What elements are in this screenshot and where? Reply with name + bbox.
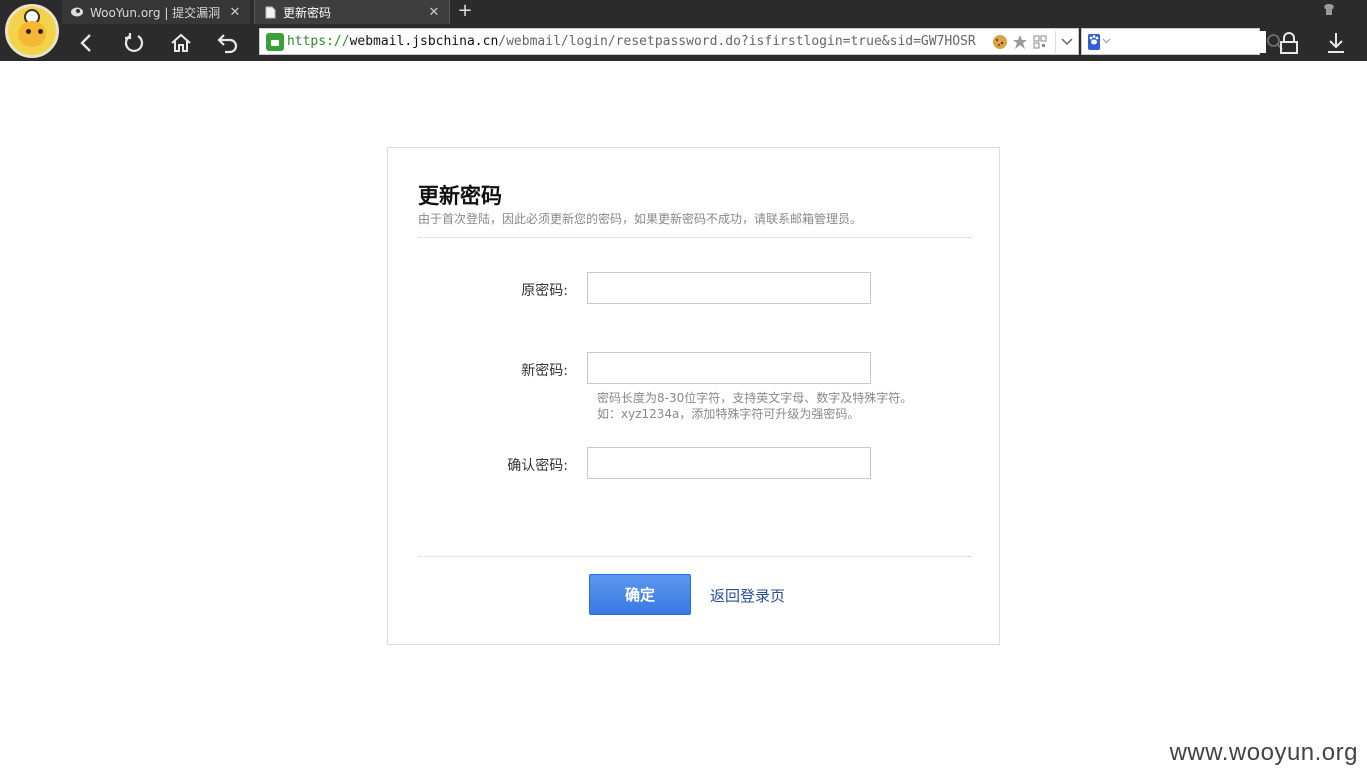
confirm-password-input[interactable]	[587, 447, 871, 479]
close-icon[interactable]: ✕	[427, 5, 441, 20]
download-button[interactable]	[1321, 28, 1351, 58]
back-button[interactable]	[70, 27, 104, 59]
password-hint: 密码长度为8-30位字符，支持英文字母、数字及特殊字符。 如：xyz1234a，…	[597, 390, 912, 422]
tab-title: 更新密码	[283, 5, 332, 20]
password-hint-line: 如：xyz1234a，添加特殊字符可升级为强密码。	[597, 407, 860, 421]
browser-avatar-icon[interactable]	[5, 4, 59, 58]
reset-password-card: 更新密码 由于首次登陆，因此必须更新您的密码，如果更新密码不成功，请联系邮箱管理…	[387, 147, 1000, 645]
chevron-down-icon[interactable]	[1102, 36, 1111, 47]
divider	[418, 237, 971, 238]
lock-icon[interactable]	[266, 32, 284, 51]
star-icon[interactable]	[1011, 33, 1029, 51]
old-password-input[interactable]	[587, 272, 871, 304]
tab-wooyun[interactable]: WooYun.org | 提交漏洞 ✕	[62, 0, 250, 24]
search-bar[interactable]	[1081, 28, 1284, 55]
browser-chrome: WooYun.org | 提交漏洞 ✕ 更新密码 ✕ + https://web…	[0, 0, 1367, 61]
page-subtitle: 由于首次登陆，因此必须更新您的密码，如果更新密码不成功，请联系邮箱管理员。	[418, 212, 863, 226]
refresh-button[interactable]	[117, 27, 151, 59]
watermark: www.wooyun.org	[1169, 739, 1358, 766]
new-password-label: 新密码:	[521, 363, 568, 379]
confirm-button[interactable]: 确定	[589, 574, 691, 615]
url-text[interactable]: https://webmail.jsbchina.cn/webmail/logi…	[287, 34, 989, 49]
cookie-icon[interactable]	[991, 33, 1009, 51]
eye-icon	[38, 29, 43, 34]
undo-close-button[interactable]	[211, 27, 245, 59]
lock-toolbar-button[interactable]	[1274, 28, 1304, 58]
password-hint-line: 密码长度为8-30位字符，支持英文字母、数字及特殊字符。	[597, 391, 913, 405]
confirm-password-label: 确认密码:	[507, 458, 568, 474]
old-password-label: 原密码:	[521, 283, 568, 299]
new-password-input[interactable]	[587, 352, 871, 384]
wooyun-favicon-icon	[70, 5, 84, 19]
page-title: 更新密码	[418, 184, 502, 208]
skin-icon[interactable]	[1319, 3, 1339, 21]
divider	[418, 556, 971, 557]
refresh-icon	[124, 33, 144, 53]
address-bar[interactable]: https://webmail.jsbchina.cn/webmail/logi…	[259, 28, 1079, 55]
home-icon	[171, 33, 191, 52]
padlock-icon	[1280, 32, 1298, 54]
undo-icon	[217, 34, 238, 54]
new-tab-button[interactable]: +	[454, 0, 476, 24]
close-icon[interactable]: ✕	[228, 5, 242, 20]
cat-face-icon	[18, 21, 46, 47]
download-icon	[1328, 33, 1344, 53]
eye-icon	[26, 29, 31, 34]
chevron-left-icon	[80, 34, 91, 52]
back-to-login-link[interactable]: 返回登录页	[710, 585, 785, 606]
home-button[interactable]	[164, 27, 198, 59]
search-input[interactable]	[1111, 30, 1266, 53]
tab-reset-password[interactable]: 更新密码 ✕	[254, 0, 450, 24]
page-icon	[263, 5, 277, 19]
toolbar: https://webmail.jsbchina.cn/webmail/logi…	[62, 24, 1367, 61]
baidu-paw-icon[interactable]	[1088, 33, 1100, 50]
tab-title: WooYun.org | 提交漏洞	[90, 5, 221, 20]
qrcode-icon[interactable]	[1031, 33, 1049, 51]
chevron-down-icon[interactable]	[1056, 35, 1078, 49]
tab-strip: WooYun.org | 提交漏洞 ✕ 更新密码 ✕ +	[62, 0, 1367, 24]
